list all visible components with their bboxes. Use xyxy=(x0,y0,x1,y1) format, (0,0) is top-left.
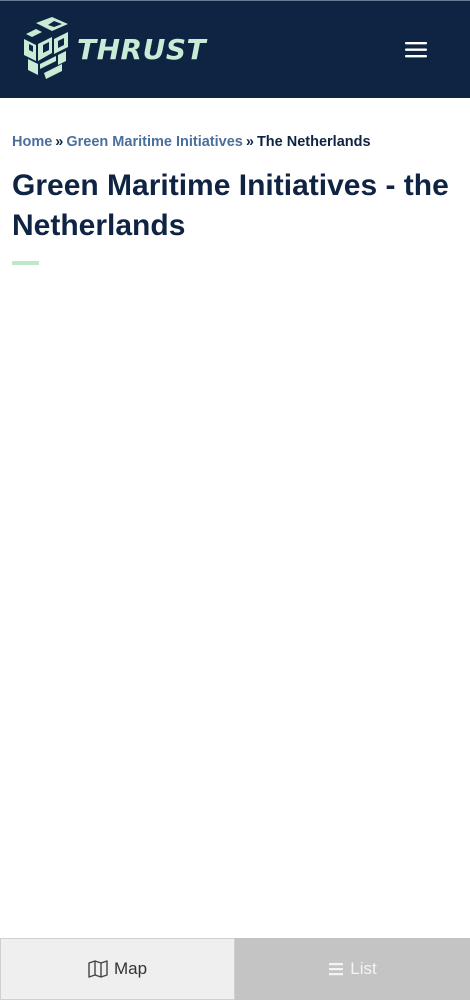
list-view-button[interactable]: List xyxy=(235,938,470,1000)
breadcrumb-current: The Netherlands xyxy=(256,134,371,150)
site-header: THRUST xyxy=(0,0,470,98)
hamburger-menu-button[interactable] xyxy=(404,39,430,61)
breadcrumb-home-link[interactable]: Home xyxy=(12,134,52,150)
logo[interactable]: THRUST xyxy=(22,17,206,81)
map-view-label: Map xyxy=(113,959,148,978)
hamburger-menu-icon xyxy=(405,42,427,58)
breadcrumb-green-maritime-link[interactable]: Green Maritime Initiatives xyxy=(66,134,242,150)
map-icon xyxy=(88,960,108,978)
breadcrumb: Home» Green Maritime Initiatives» The Neth… xyxy=(12,134,371,150)
breadcrumb-separator: » xyxy=(55,134,64,150)
map-view-button[interactable]: Map xyxy=(0,938,235,1000)
brand-name: THRUST xyxy=(77,32,207,66)
view-toggle-bar: Map List xyxy=(0,938,470,1000)
list-view-label: List xyxy=(350,959,377,978)
page: THRUST Home» Green Maritime Initiatives» T… xyxy=(0,0,470,1000)
page-title: Green Maritime Initiatives - the Netherl… xyxy=(12,169,449,242)
breadcrumb-separator: » xyxy=(245,134,254,150)
title-accent-bar xyxy=(12,261,39,265)
thrust-cube-logo-icon xyxy=(24,17,68,79)
list-icon xyxy=(328,962,344,976)
